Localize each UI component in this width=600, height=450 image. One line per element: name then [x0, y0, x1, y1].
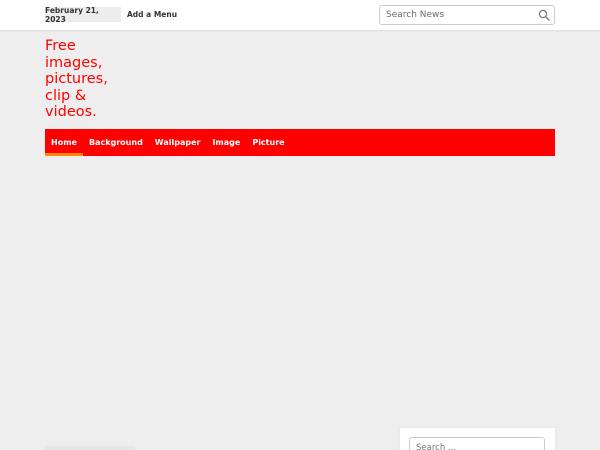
top-bar: February 21, 2023 Add a Menu: [0, 0, 600, 30]
sidebar-search-input[interactable]: [409, 437, 545, 450]
nav-item-background[interactable]: Background: [83, 129, 149, 156]
main-nav: Home Background Wallpaper Image Picture: [45, 129, 555, 156]
nav-item-image[interactable]: Image: [206, 129, 246, 156]
search-icon[interactable]: [538, 9, 550, 21]
header-search-box: [379, 5, 555, 25]
nav-item-home[interactable]: Home: [45, 129, 83, 156]
nav-item-picture[interactable]: Picture: [246, 129, 290, 156]
header-search-input[interactable]: [380, 6, 530, 24]
sidebar-search-widget: [400, 428, 555, 450]
date-badge: February 21, 2023: [45, 6, 121, 24]
site-title[interactable]: Free images, pictures, clip & videos.: [45, 38, 125, 121]
nav-item-wallpaper[interactable]: Wallpaper: [149, 129, 207, 156]
content-card-edge: [45, 446, 135, 450]
add-menu-link[interactable]: Add a Menu: [127, 7, 177, 22]
